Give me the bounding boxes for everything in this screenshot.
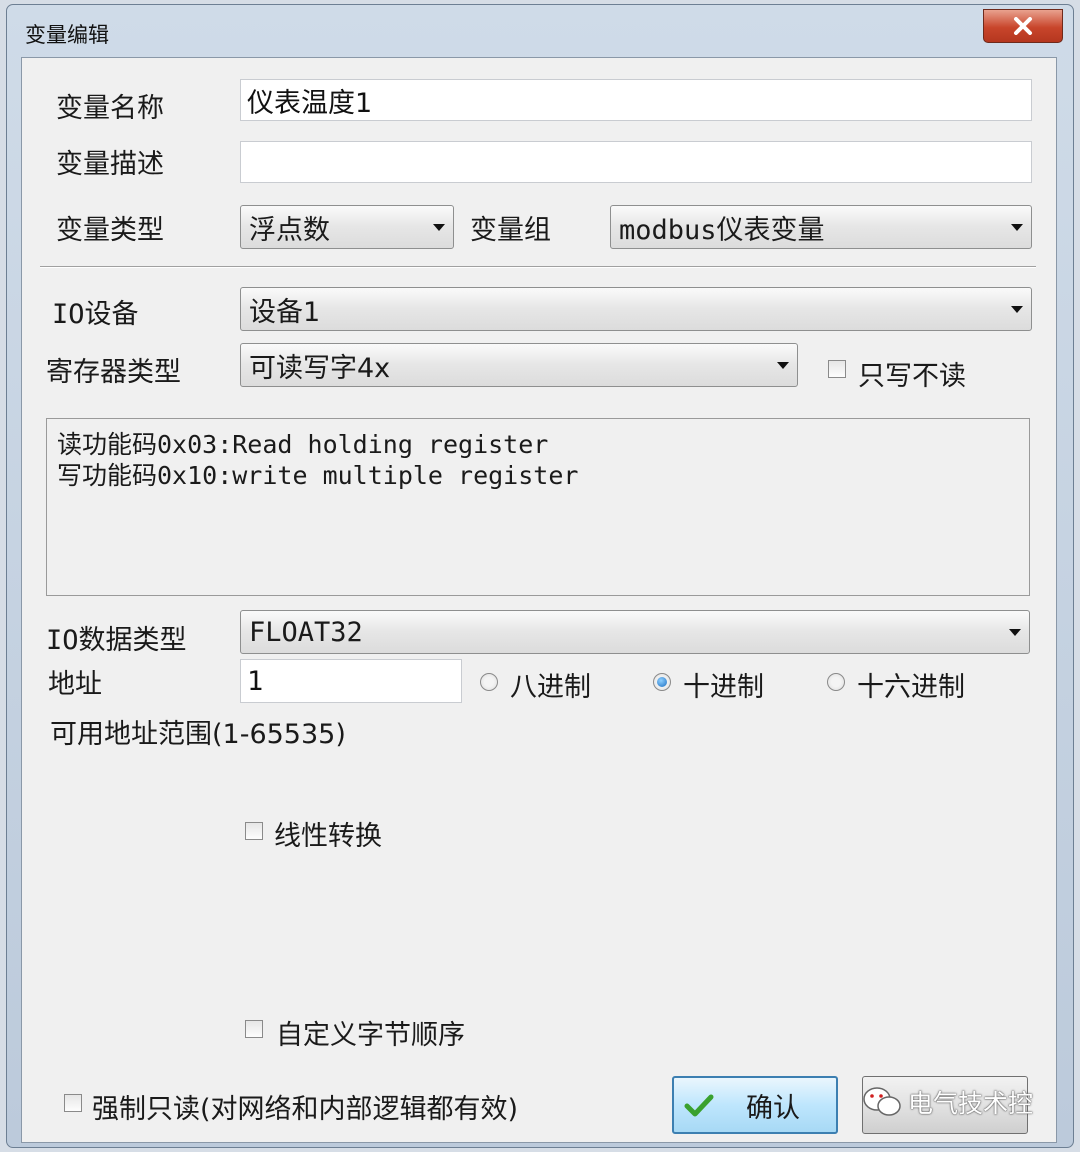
linear-conversion-checkbox[interactable]	[245, 822, 263, 840]
force-readonly-checkbox[interactable]	[64, 1094, 82, 1112]
var-group-select[interactable]: modbus仪表变量	[610, 205, 1032, 249]
address-label: 地址	[48, 669, 102, 700]
chevron-down-icon	[433, 224, 445, 231]
var-group-value: modbus仪表变量	[619, 214, 825, 246]
watermark: 电气技术控	[862, 1084, 1033, 1120]
io-data-type-value: FLOAT32	[249, 616, 363, 648]
chevron-down-icon	[777, 362, 789, 369]
address-input[interactable]: 1	[240, 659, 462, 703]
info-write-line: 写功能码0x10:write multiple register	[57, 461, 579, 490]
ok-button[interactable]: 确认	[672, 1076, 838, 1134]
byte-order-checkbox[interactable]	[245, 1020, 263, 1038]
radio-octal-label: 八进制	[510, 672, 591, 703]
io-device-value: 设备1	[249, 296, 321, 328]
close-icon	[1014, 17, 1032, 35]
address-range-text: 可用地址范围(1-65535)	[50, 719, 346, 750]
chevron-down-icon	[1011, 224, 1023, 231]
chevron-down-icon	[1009, 629, 1021, 636]
register-type-value: 可读写字4x	[249, 352, 391, 384]
var-group-label: 变量组	[470, 215, 551, 246]
var-name-input[interactable]: 仪表温度1	[240, 79, 1032, 121]
checkmark-icon	[684, 1094, 714, 1117]
radio-decimal-label: 十进制	[683, 672, 764, 703]
linear-conversion-label: 线性转换	[274, 821, 382, 852]
chevron-down-icon	[1011, 306, 1023, 313]
write-only-checkbox[interactable]	[828, 360, 846, 378]
ok-button-label: 确认	[746, 1092, 800, 1124]
register-type-label: 寄存器类型	[46, 357, 181, 388]
radio-octal[interactable]	[480, 673, 498, 691]
function-code-info: 读功能码0x03:Read holding register 写功能码0x10:…	[46, 418, 1030, 596]
var-name-value: 仪表温度1	[247, 87, 373, 119]
force-readonly-label: 强制只读(对网络和内部逻辑都有效)	[92, 1094, 519, 1125]
register-type-select[interactable]: 可读写字4x	[240, 343, 798, 387]
io-data-type-select[interactable]: FLOAT32	[240, 610, 1030, 654]
var-desc-label: 变量描述	[56, 149, 164, 180]
var-desc-input[interactable]	[240, 141, 1032, 183]
io-device-label: IO设备	[52, 299, 139, 330]
byte-order-label: 自定义字节顺序	[276, 1020, 465, 1051]
info-read-line: 读功能码0x03:Read holding register	[57, 430, 549, 459]
io-device-select[interactable]: 设备1	[240, 287, 1032, 331]
radio-hex-label: 十六进制	[857, 672, 965, 703]
var-type-select[interactable]: 浮点数	[240, 205, 454, 249]
radio-hex[interactable]	[827, 673, 845, 691]
separator-line	[40, 266, 1036, 268]
var-type-label: 变量类型	[56, 215, 164, 246]
close-button[interactable]	[983, 9, 1063, 43]
address-value: 1	[247, 665, 264, 697]
var-type-value: 浮点数	[249, 214, 330, 246]
window-title: 变量编辑	[25, 23, 109, 47]
write-only-label: 只写不读	[858, 361, 966, 392]
wechat-icon	[863, 1087, 901, 1116]
io-data-type-label: IO数据类型	[46, 625, 187, 656]
radio-decimal[interactable]	[653, 673, 671, 691]
var-name-label: 变量名称	[56, 93, 164, 124]
watermark-text: 电气技术控	[908, 1089, 1034, 1118]
